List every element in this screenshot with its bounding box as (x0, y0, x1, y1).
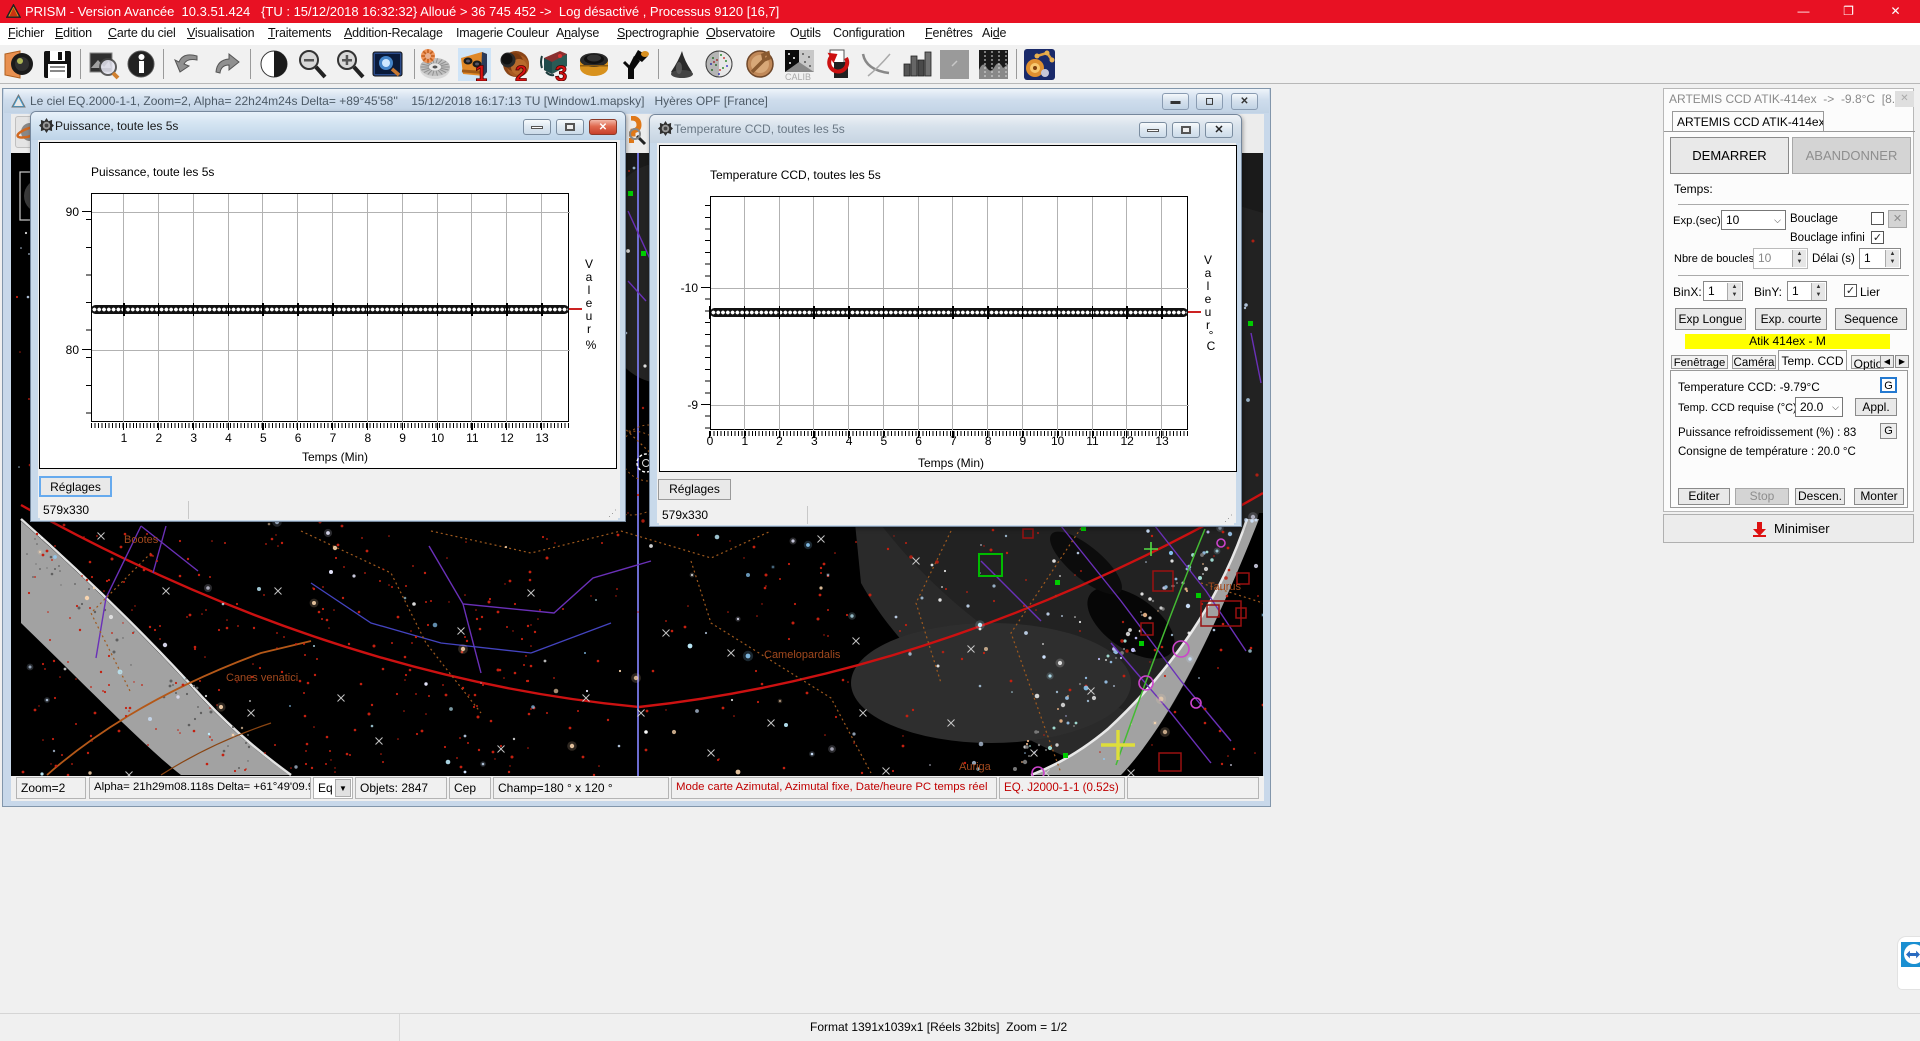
svg-text:Canes venatici: Canes venatici (226, 672, 298, 684)
svg-text:Taurus: Taurus (1208, 581, 1242, 593)
svg-text:3: 3 (555, 61, 567, 81)
svg-text:1: 1 (475, 61, 487, 81)
svg-text:Auriga: Auriga (959, 761, 992, 773)
svg-text:Camelopardalis: Camelopardalis (764, 649, 841, 661)
svg-text:2: 2 (515, 61, 527, 81)
svg-text:CALIB: CALIB (785, 72, 811, 81)
svg-text:Bootes: Bootes (124, 534, 159, 546)
